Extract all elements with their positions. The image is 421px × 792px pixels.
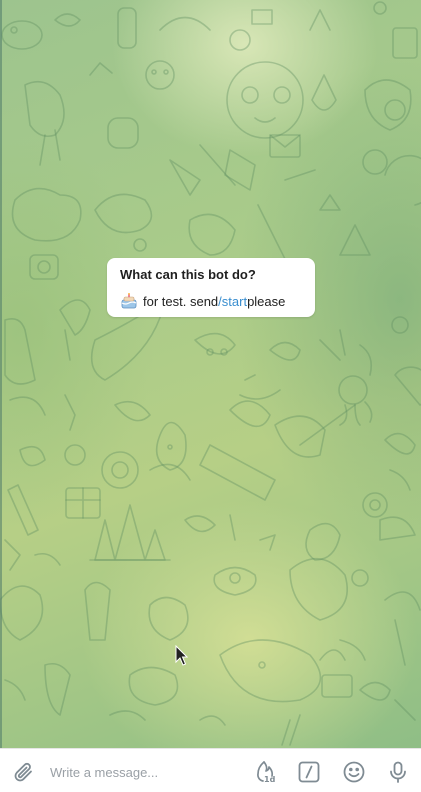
slash-command-icon[interactable] — [297, 760, 321, 784]
paperclip-icon[interactable] — [12, 760, 36, 784]
timer-label: 1d — [264, 775, 276, 784]
bot-info-description-suffix: please — [247, 293, 286, 309]
bot-info-description: for test. send /start please — [120, 293, 285, 309]
wallpaper-doodles — [0, 1, 421, 746]
start-command-link[interactable]: /start — [218, 294, 247, 309]
mouse-pointer-icon — [175, 645, 188, 666]
smile-icon[interactable] — [342, 760, 366, 784]
window-edge — [0, 0, 2, 748]
message-composer: 1d — [0, 748, 421, 792]
bot-info-card: What can this bot do? for test. send /st… — [107, 258, 315, 317]
auto-delete-timer-icon[interactable]: 1d — [253, 760, 279, 784]
bot-info-description-prefix: for test. send — [143, 293, 219, 309]
birthday-cake-icon — [121, 293, 137, 309]
bot-info-title: What can this bot do? — [120, 267, 256, 282]
message-input[interactable] — [48, 759, 242, 785]
microphone-icon[interactable] — [386, 760, 410, 784]
